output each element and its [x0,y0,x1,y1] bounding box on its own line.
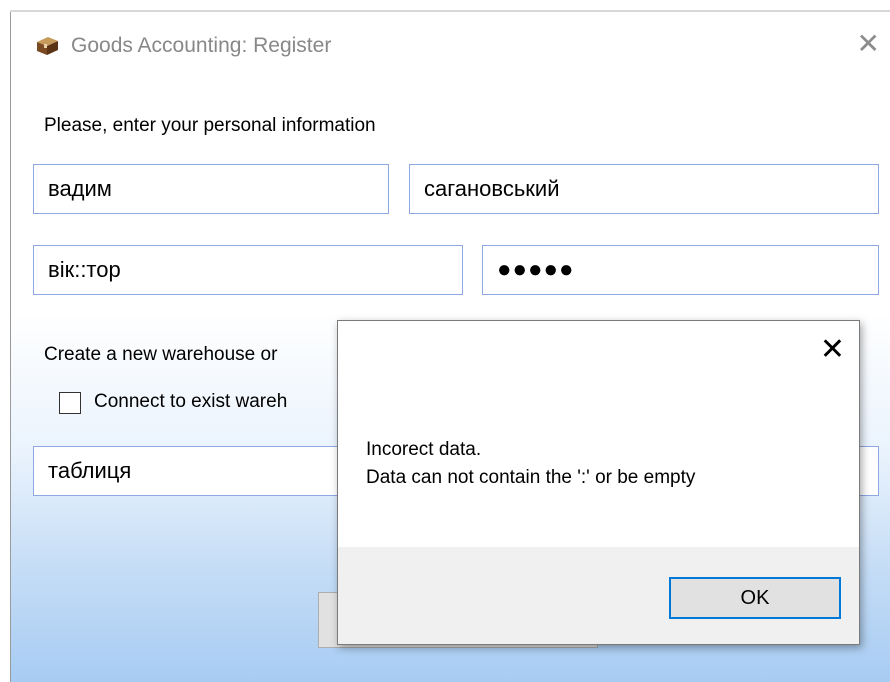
personal-info-prompt: Please, enter your personal information [44,115,376,136]
error-message-dialog: ✕ Incorect data. Data can not contain th… [337,320,860,645]
dialog-body: ✕ Incorect data. Data can not contain th… [338,321,859,547]
error-message-line-2: Data can not contain the ':' or be empty [366,467,696,488]
error-message-line-1: Incorect data. [366,439,482,460]
package-icon [37,37,58,55]
warehouse-section-label: Create a new warehouse or [44,344,278,365]
close-icon[interactable]: ✕ [857,30,880,58]
dialog-close-icon[interactable]: ✕ [820,335,845,365]
connect-existing-label: Connect to exist wareh [94,391,288,412]
title-bar[interactable]: Goods Accounting: Register ✕ [11,12,890,78]
connect-existing-checkbox[interactable] [59,392,81,414]
password-field[interactable]: ●●●●● [482,245,879,295]
login-field[interactable]: вік::тор [33,245,463,295]
last-name-field[interactable]: сагановський [409,164,879,214]
first-name-field[interactable]: вадим [33,164,389,214]
window-title: Goods Accounting: Register [71,34,332,57]
ok-button[interactable]: OK [669,577,841,619]
